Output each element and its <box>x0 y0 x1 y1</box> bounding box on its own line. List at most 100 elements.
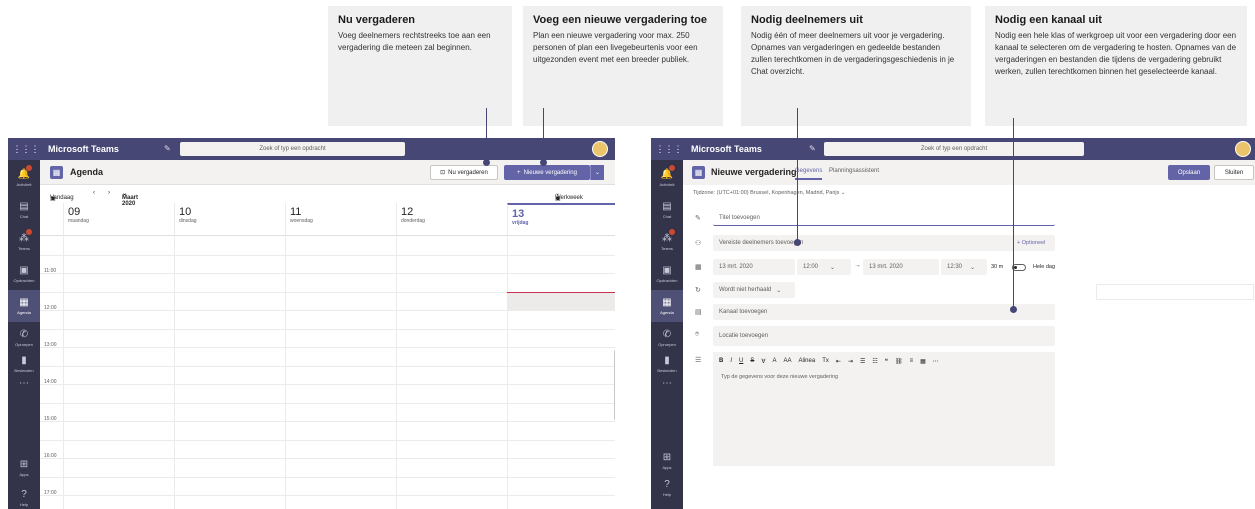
calendar-icon: ▦ <box>50 166 63 179</box>
rail-item-assignments[interactable]: ▣ Opdrachten <box>8 258 40 290</box>
start-time-picker[interactable]: 12:00 ⌄ <box>797 259 851 275</box>
search-input[interactable]: Zoek of typ een opdracht <box>824 142 1084 156</box>
day-header[interactable]: 11 woensdag <box>285 203 396 236</box>
duration-label: 30 m <box>991 264 1004 270</box>
rail-item-activity[interactable]: 🔔 Activiteit <box>651 162 683 194</box>
strikethrough-button[interactable]: S <box>750 358 754 365</box>
bell-icon: 🔔 <box>17 169 31 180</box>
avatar[interactable] <box>592 141 608 157</box>
next-week-icon[interactable]: › <box>108 190 110 196</box>
prev-week-icon[interactable]: ‹ <box>93 190 95 196</box>
rail-item-help[interactable]: ? Help <box>651 472 683 504</box>
teams-calendar-window: ⋮⋮⋮ Microsoft Teams ✎ Zoek of typ een op… <box>8 138 615 509</box>
save-button[interactable]: Opslaan <box>1168 165 1210 180</box>
rail-item-activity[interactable]: 🔔 Activiteit <box>8 162 40 194</box>
day-header-today[interactable]: 13 vrijdag <box>507 203 615 236</box>
day-header[interactable]: 10 dinsdag <box>174 203 285 236</box>
day-header[interactable]: 12 donderdag <box>396 203 507 236</box>
rail-item-chat[interactable]: ▤ Chat <box>8 194 40 226</box>
underline-button[interactable]: U <box>739 358 743 365</box>
location-input[interactable]: Locatie toevoegen <box>713 326 1055 346</box>
help-icon: ? <box>664 479 670 490</box>
rail-item-teams[interactable]: ⁂ Teams <box>651 226 683 258</box>
arrow-right-icon: → <box>854 262 861 269</box>
font-size-button[interactable]: AA <box>784 358 792 365</box>
more-apps-icon[interactable]: ⋯ <box>651 378 683 389</box>
end-date-picker[interactable]: 13 mrt. 2020 <box>863 259 939 275</box>
rail-item-apps[interactable]: ⊞ Apps <box>8 452 40 484</box>
highlight-button[interactable]: ∀ <box>761 358 765 365</box>
end-time-picker[interactable]: 12:30 ⌄ <box>941 259 987 275</box>
month-picker[interactable]: Maart 2020 ⌄ <box>122 190 138 207</box>
search-input[interactable]: Zoek of typ een opdracht <box>180 142 405 156</box>
view-picker[interactable]: ▣ Werkweek ⌄ <box>555 190 583 202</box>
callout-body: Voeg deelnemers rechtstreeks toe aan een… <box>338 31 491 52</box>
rail-item-teams[interactable]: ⁂ Teams <box>8 226 40 258</box>
meeting-details-editor[interactable]: B I U S ∀ A AA Alinea Tx ⇤ ⇥ ☰ ☷ ❝ ⛓ ≡ ▦ <box>713 352 1055 466</box>
timezone-picker[interactable]: Tijdzone: (UTC+01:00) Brussel, Kopenhage… <box>693 190 846 196</box>
calendar-icon: ▦ <box>692 166 705 179</box>
link-button[interactable]: ⛓ <box>895 358 903 365</box>
avatar[interactable] <box>1235 141 1251 157</box>
tab-scheduling-assistant[interactable]: Planningsassistent <box>829 168 879 174</box>
rail-item-chat[interactable]: ▤ Chat <box>651 194 683 226</box>
paragraph-picker[interactable]: Alinea <box>799 358 816 365</box>
more-options-button[interactable]: ⋯ <box>933 358 939 365</box>
teams-icon: ⁂ <box>662 233 672 244</box>
teams-icon: ⁂ <box>19 233 29 244</box>
scrollbar[interactable] <box>614 350 615 420</box>
optional-attendees-link[interactable]: + Optioneel <box>1017 240 1045 246</box>
quote-button[interactable]: ❝ <box>885 358 888 365</box>
bullet-list-button[interactable]: ☰ <box>860 358 865 365</box>
hour-label: 11:00 <box>44 268 57 274</box>
time-grid-line <box>40 366 615 367</box>
callout-title: Voeg een nieuwe vergadering toe <box>533 14 708 26</box>
calendar-icon: ▦ <box>662 297 672 308</box>
rail-item-files[interactable]: ▮ Bestanden <box>651 348 683 380</box>
more-apps-icon[interactable]: ⋯ <box>8 378 40 389</box>
compose-icon[interactable]: ✎ <box>164 144 171 153</box>
rail-item-assignments[interactable]: ▣ Opdrachten <box>651 258 683 290</box>
table-button[interactable]: ▦ <box>920 358 926 365</box>
day-header[interactable]: 09 maandag <box>63 203 174 236</box>
new-meeting-button[interactable]: + Nieuwe vergadering <box>504 165 590 180</box>
files-icon: ▮ <box>21 355 27 366</box>
callout-dot <box>540 159 547 166</box>
new-meeting-dropdown-button[interactable]: ⌄ <box>590 165 604 180</box>
attendees-input[interactable]: Vereiste deelnemers toevoegen <box>713 235 1055 251</box>
outdent-button[interactable]: ⇤ <box>836 358 841 365</box>
all-day-toggle[interactable] <box>1012 264 1026 271</box>
time-grid-line <box>40 403 615 404</box>
indent-button[interactable]: ⇥ <box>848 358 853 365</box>
compose-icon[interactable]: ✎ <box>809 144 816 153</box>
font-color-button[interactable]: A <box>772 358 776 365</box>
notification-badge <box>26 229 32 235</box>
italic-button[interactable]: I <box>730 358 732 365</box>
numbered-list-button[interactable]: ☷ <box>872 358 877 365</box>
rail-item-calendar[interactable]: ▦ Agenda <box>8 290 40 322</box>
rail-item-files[interactable]: ▮ Bestanden <box>8 348 40 380</box>
channel-input[interactable]: Kanaal toevoegen <box>713 304 1055 320</box>
app-launcher-icon[interactable]: ⋮⋮⋮ <box>655 138 683 160</box>
calendar-pane: ▦ Agenda ⊡ Nu vergaderen + Nieuwe vergader… <box>40 160 615 509</box>
close-button[interactable]: Sluiten <box>1214 165 1254 180</box>
meet-now-button[interactable]: ⊡ Nu vergaderen <box>430 165 498 180</box>
repeat-icon: ↻ <box>695 287 701 294</box>
time-grid-line <box>40 384 615 385</box>
title-bar: ⋮⋮⋮ Microsoft Teams ✎ Zoek of typ een op… <box>8 138 615 160</box>
app-launcher-icon[interactable]: ⋮⋮⋮ <box>12 138 40 160</box>
rail-item-calendar[interactable]: ▦ Agenda <box>651 290 683 322</box>
people-icon: ⚇ <box>695 240 702 247</box>
rail-item-help[interactable]: ? Help <box>8 482 40 509</box>
selected-time-slot[interactable] <box>507 292 615 310</box>
bold-button[interactable]: B <box>719 358 723 365</box>
align-button[interactable]: ≡ <box>910 358 914 365</box>
all-day-label: Hele dag <box>1033 264 1056 270</box>
title-input[interactable]: Titel toevoegen <box>713 210 1055 226</box>
callout-dot <box>1010 306 1017 313</box>
start-date-picker[interactable]: 13 mrt. 2020 <box>713 259 795 275</box>
clear-format-button[interactable]: Tx <box>822 358 829 365</box>
tab-details[interactable]: Gegevens <box>795 168 823 180</box>
repeat-picker[interactable]: Wordt niet herhaald ⌄ <box>713 282 795 298</box>
page-title: Agenda <box>70 167 104 177</box>
